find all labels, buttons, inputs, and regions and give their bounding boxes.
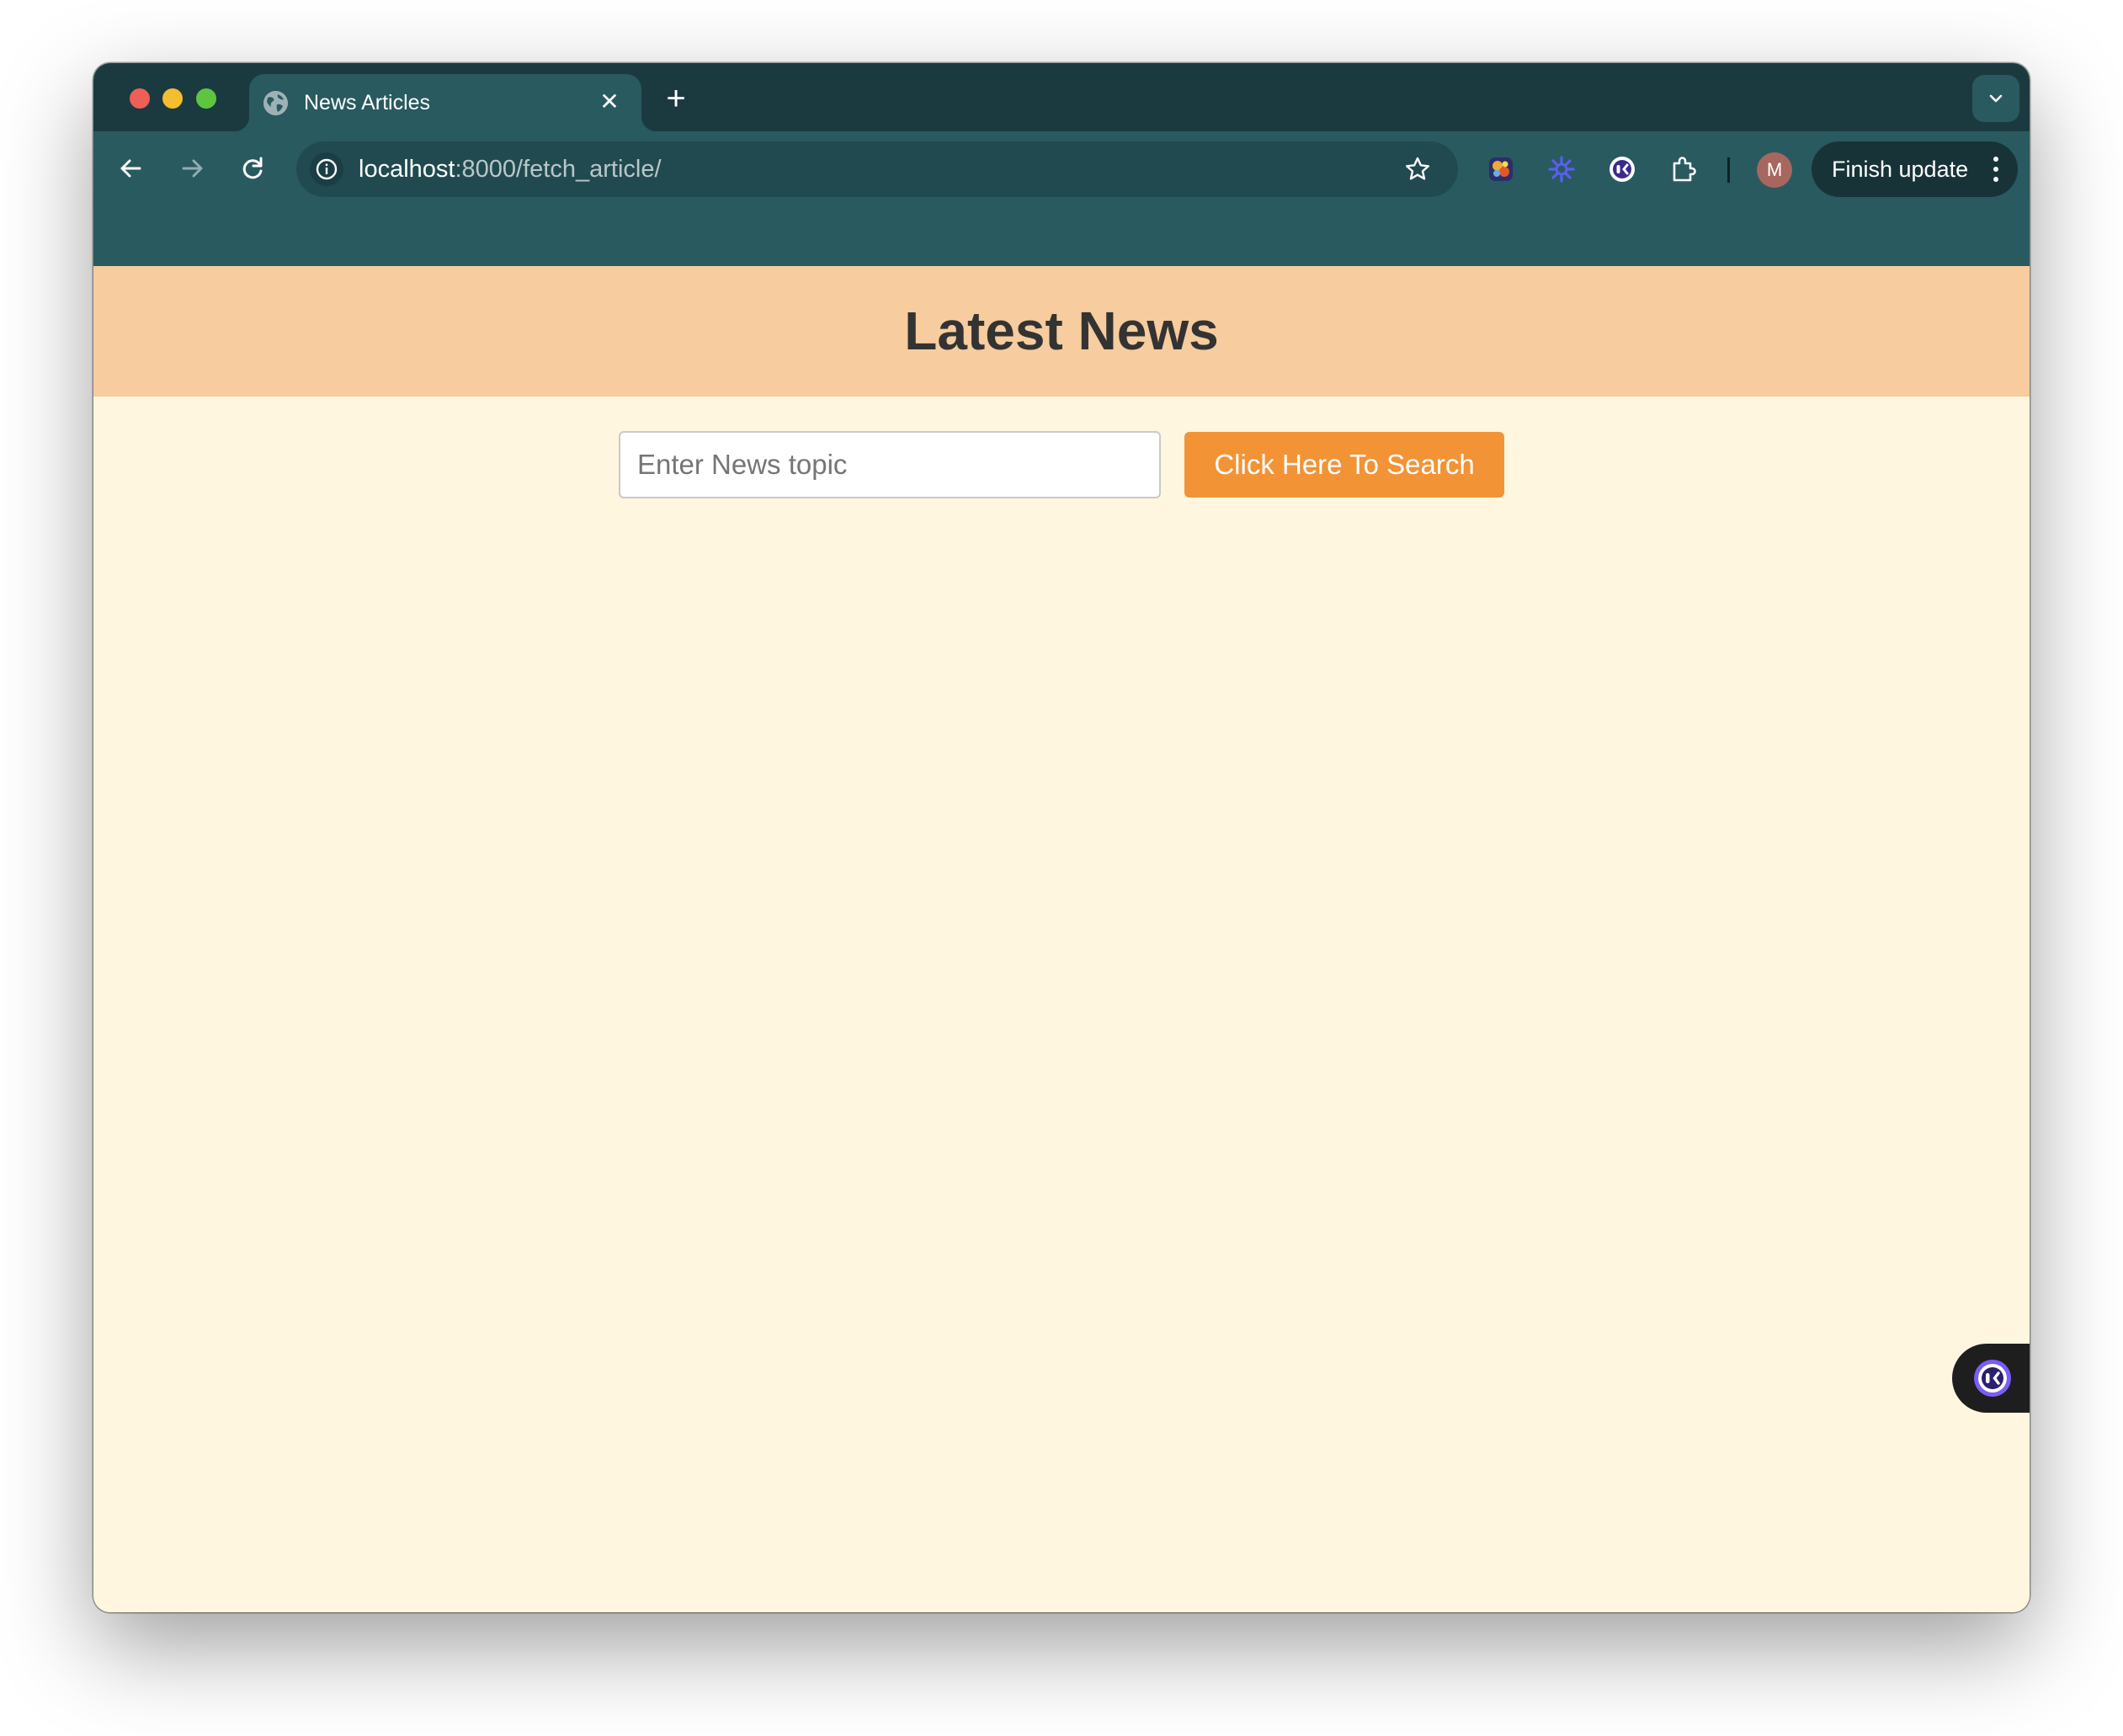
browser-toolbar: localhost:8000/fetch_article/ M Finish u… — [93, 131, 2030, 266]
profile-avatar[interactable]: M — [1757, 152, 1792, 188]
tab-news-articles[interactable]: News Articles ✕ — [234, 74, 657, 131]
address-bar[interactable]: localhost:8000/fetch_article/ — [296, 141, 1458, 197]
toolbar-divider — [1727, 157, 1730, 183]
url-path: :8000/fetch_article/ — [455, 156, 662, 183]
puzzle-extension-icon[interactable] — [1667, 152, 1700, 186]
page-title: Latest News — [904, 301, 1219, 361]
url-text[interactable]: localhost:8000/fetch_article/ — [359, 155, 662, 184]
web-page: Latest News Click Here To Search — [93, 266, 2030, 1612]
chevron-down-icon — [1989, 94, 2003, 103]
globe-icon — [263, 91, 288, 115]
arrow-left-icon — [120, 159, 141, 178]
minimize-window-button[interactable] — [162, 88, 183, 109]
more-options-icon[interactable] — [1993, 157, 1999, 182]
finish-update-label: Finish update — [1832, 157, 1969, 182]
search-button[interactable]: Click Here To Search — [1184, 432, 1504, 498]
reload-icon — [242, 157, 263, 179]
forward-button[interactable] — [172, 148, 212, 189]
close-tab-icon[interactable]: ✕ — [596, 88, 623, 115]
assistant-icon — [1974, 1360, 2011, 1397]
sparkle-extension-icon[interactable] — [1545, 152, 1578, 186]
site-info-button[interactable] — [310, 152, 343, 186]
maximize-window-button[interactable] — [196, 88, 216, 109]
browser-window: News Articles ✕ + localhost:8000/fetch_a… — [93, 63, 2030, 1612]
tab-strip: News Articles ✕ + — [93, 63, 2030, 131]
finish-update-button[interactable]: Finish update — [1812, 141, 2018, 197]
back-button[interactable] — [111, 148, 152, 189]
tab-search-button[interactable] — [1972, 75, 2019, 122]
url-host: localhost — [359, 156, 455, 183]
new-tab-button[interactable]: + — [659, 82, 693, 117]
info-icon — [316, 158, 338, 180]
news-topic-input[interactable] — [619, 431, 1161, 498]
arrow-right-icon — [182, 159, 203, 178]
bookmark-star-icon[interactable] — [1402, 154, 1433, 184]
reload-button[interactable] — [232, 148, 273, 189]
tab-title: News Articles — [304, 91, 431, 114]
floating-assistant-button[interactable] — [1952, 1344, 2030, 1413]
page-header: Latest News — [93, 266, 2030, 397]
assistant-extension-icon[interactable] — [1605, 152, 1639, 186]
close-window-button[interactable] — [130, 88, 150, 109]
colorful-extension-icon[interactable] — [1484, 152, 1518, 186]
